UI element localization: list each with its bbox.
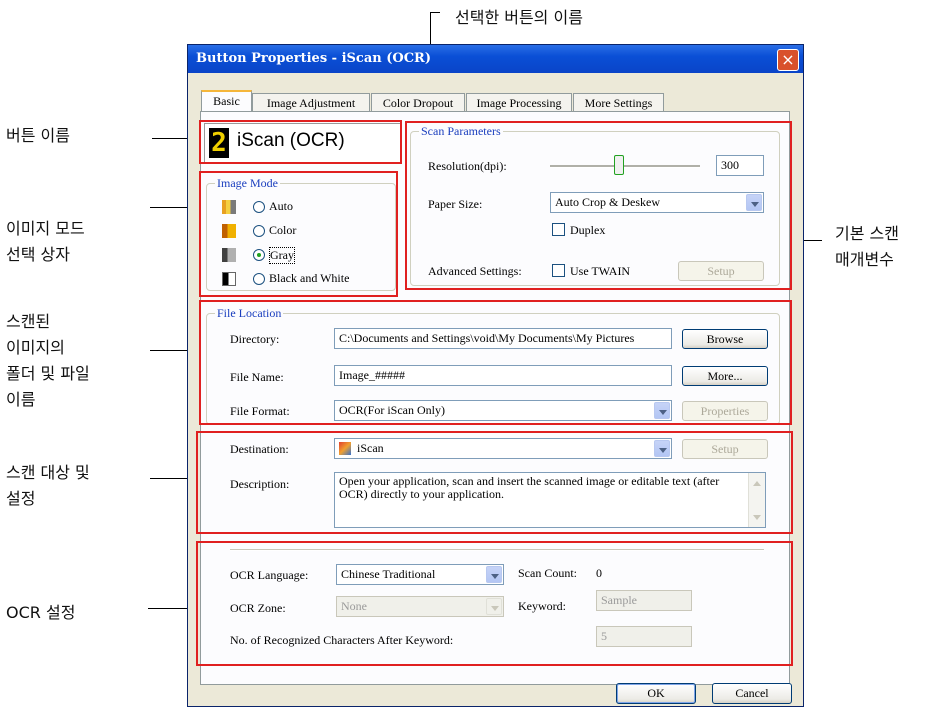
annotation-folder-4: 이름 — [6, 390, 36, 409]
destination-setup-button[interactable]: Setup — [682, 439, 768, 459]
ocr-zone-combo[interactable]: None — [336, 596, 504, 617]
resolution-value-field[interactable]: 300 — [716, 155, 764, 176]
resolution-slider-thumb[interactable] — [614, 155, 624, 175]
annotation-ocr-settings: OCR 설정 — [6, 603, 76, 622]
chevron-down-icon[interactable] — [486, 598, 502, 615]
duplex-checkbox[interactable] — [552, 223, 565, 236]
scroll-down-icon[interactable] — [753, 515, 761, 520]
annotation-image-mode-1: 이미지 모드 — [6, 219, 85, 238]
chevron-down-icon[interactable] — [654, 440, 670, 457]
radio-color[interactable] — [253, 225, 265, 237]
chevron-down-icon[interactable] — [746, 194, 762, 211]
tab-basic[interactable]: Basic — [201, 90, 252, 112]
paper-size-combo[interactable]: Auto Crop & Deskew — [550, 192, 764, 213]
paper-size-label: Paper Size: — [428, 197, 483, 211]
ocr-zone-label: OCR Zone: — [230, 601, 286, 615]
separator — [230, 549, 764, 551]
radio-gray-label: Gray — [269, 247, 295, 264]
radio-gray[interactable] — [253, 249, 265, 261]
ocr-language-value: Chinese Traditional — [341, 567, 436, 581]
button-name-label: iScan (OCR) — [237, 130, 345, 151]
resolution-label: Resolution(dpi): — [428, 159, 507, 173]
scan-parameters-legend: Scan Parameters — [419, 124, 503, 139]
scrollbar[interactable] — [748, 473, 765, 527]
iscan-app-icon — [339, 442, 351, 455]
use-twain-label: Use TWAIN — [570, 264, 631, 278]
chevron-down-icon[interactable] — [486, 566, 502, 583]
tab-color-dropout[interactable]: Color Dropout — [371, 93, 465, 111]
auto-mode-icon — [222, 200, 236, 214]
annotation-folder-3: 폴더 및 파일 — [6, 364, 90, 383]
cancel-button[interactable]: Cancel — [712, 683, 792, 704]
scroll-up-icon[interactable] — [753, 481, 761, 486]
radio-color-label: Color — [269, 223, 297, 237]
file-location-legend: File Location — [215, 306, 284, 321]
keyword-field[interactable]: Sample — [596, 590, 692, 611]
scan-count-value: 0 — [596, 566, 602, 580]
radio-black-and-white-label: Black and White — [269, 271, 350, 285]
scan-count-label: Scan Count: — [518, 566, 577, 580]
scan-setup-button[interactable]: Setup — [678, 261, 764, 281]
description-label: Description: — [230, 477, 290, 491]
description-textarea[interactable]: Open your application, scan and insert t… — [334, 472, 766, 528]
radio-auto-label: Auto — [269, 199, 293, 213]
directory-label: Directory: — [230, 332, 280, 346]
file-format-combo[interactable]: OCR(For iScan Only) — [334, 400, 672, 421]
title-bar[interactable]: Button Properties - iScan (OCR) × — [188, 45, 803, 73]
duplex-label: Duplex — [570, 223, 606, 237]
image-mode-legend: Image Mode — [215, 176, 280, 191]
ocr-language-label: OCR Language: — [230, 568, 309, 582]
tab-more-settings[interactable]: More Settings — [573, 93, 664, 111]
keyword-label: Keyword: — [518, 599, 566, 613]
radio-black-and-white[interactable] — [253, 273, 265, 285]
annotation-selected-button-name: 선택한 버튼의 이름 — [455, 8, 583, 27]
directory-field[interactable]: C:\Documents and Settings\void\My Docume… — [334, 328, 672, 349]
leader-line — [430, 12, 440, 13]
recognized-characters-field[interactable]: 5 — [596, 626, 692, 647]
button-number-display: 2 — [209, 128, 229, 158]
browse-button[interactable]: Browse — [682, 329, 768, 349]
file-name-label: File Name: — [230, 370, 284, 384]
ocr-zone-value: None — [341, 599, 367, 613]
button-properties-dialog: Button Properties - iScan (OCR) × Basic … — [187, 44, 804, 707]
recognized-characters-label: No. of Recognized Characters After Keywo… — [230, 633, 454, 647]
annotation-scan-params-2: 매개변수 — [835, 250, 894, 269]
black-white-mode-icon — [222, 272, 236, 286]
button-number: 2 — [211, 128, 227, 158]
tab-image-adjustment[interactable]: Image Adjustment — [252, 93, 370, 111]
radio-auto[interactable] — [253, 201, 265, 213]
use-twain-checkbox[interactable] — [552, 264, 565, 277]
annotation-folder-2: 이미지의 — [6, 338, 65, 357]
gray-mode-icon — [222, 248, 236, 262]
button-name-box: 2 iScan (OCR) — [204, 123, 402, 163]
annotation-folder-1: 스캔된 — [6, 312, 51, 331]
ok-button[interactable]: OK — [616, 683, 696, 704]
file-format-label: File Format: — [230, 404, 290, 418]
close-icon[interactable]: × — [777, 49, 799, 71]
advanced-settings-label: Advanced Settings: — [428, 264, 522, 278]
file-format-value: OCR(For iScan Only) — [339, 403, 445, 417]
annotation-button-name: 버튼 이름 — [6, 126, 70, 145]
annotation-scan-params-1: 기본 스캔 — [835, 224, 899, 243]
color-mode-icon — [222, 224, 236, 238]
annotation-image-mode-2: 선택 상자 — [6, 245, 70, 264]
destination-value: iScan — [357, 441, 384, 455]
window-title: Button Properties - iScan (OCR) — [196, 51, 432, 66]
resolution-slider-track[interactable] — [550, 165, 700, 168]
description-text: Open your application, scan and insert t… — [339, 474, 720, 501]
properties-button[interactable]: Properties — [682, 401, 768, 421]
destination-combo[interactable]: iScan — [334, 438, 672, 459]
file-name-field[interactable]: Image_##### — [334, 365, 672, 386]
paper-size-value: Auto Crop & Deskew — [555, 195, 660, 209]
annotation-destination-1: 스캔 대상 및 — [6, 463, 90, 482]
chevron-down-icon[interactable] — [654, 402, 670, 419]
more-button[interactable]: More... — [682, 366, 768, 386]
annotation-destination-2: 설정 — [6, 489, 36, 508]
tab-image-processing[interactable]: Image Processing — [466, 93, 572, 111]
destination-label: Destination: — [230, 442, 289, 456]
ocr-language-combo[interactable]: Chinese Traditional — [336, 564, 504, 585]
